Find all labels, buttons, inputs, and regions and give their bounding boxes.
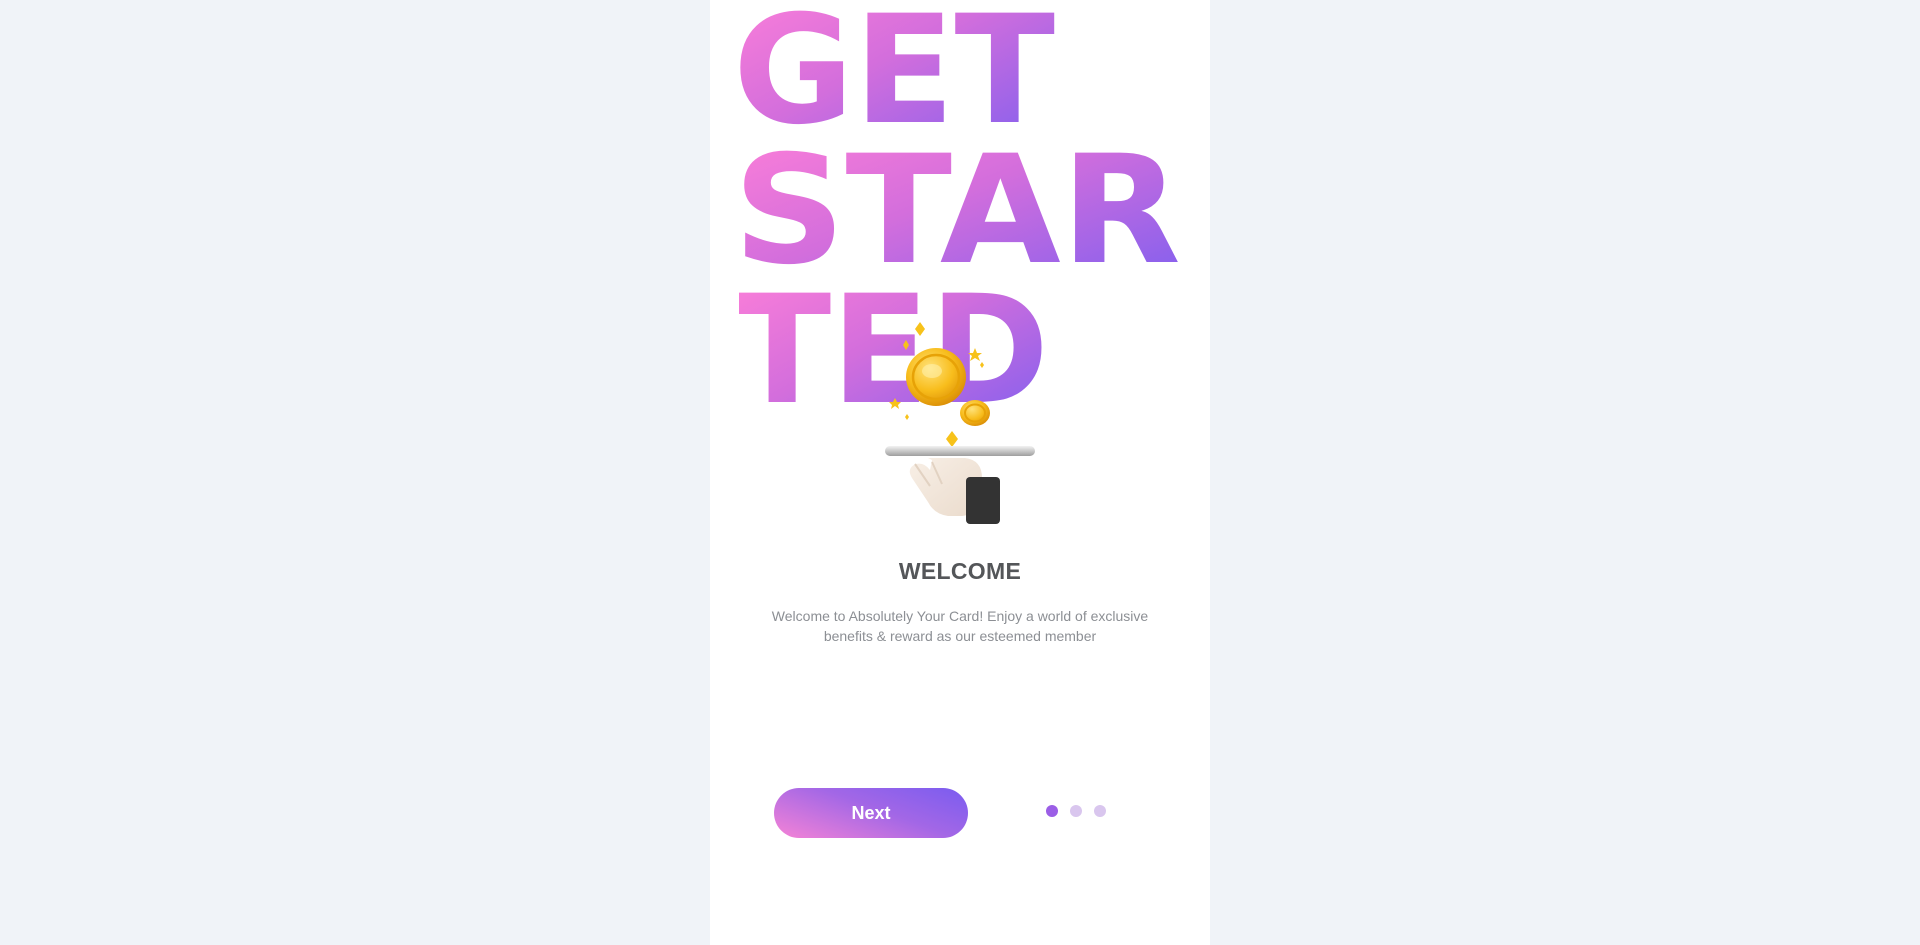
pagination-dot-2[interactable] (1070, 805, 1082, 817)
next-button[interactable]: Next (774, 788, 968, 838)
coin-tray-hand-illustration (870, 318, 1050, 528)
welcome-title: WELCOME (898, 558, 1022, 584)
small-gold-coin-icon (960, 400, 990, 426)
pagination-dot-3[interactable] (1094, 805, 1106, 817)
gold-coin-icon (906, 348, 966, 406)
pagination-dot-1[interactable] (1046, 805, 1058, 817)
hand-icon (909, 458, 1000, 524)
tray-icon (885, 446, 1035, 456)
sleeve-icon (966, 477, 1000, 524)
welcome-description: Welcome to Absolutely Your Card! Enjoy a… (771, 608, 1149, 644)
onboarding-screen: GET STAR TED WELCOME Welcome to Absolute… (710, 0, 1210, 945)
pagination-dots (1046, 805, 1112, 817)
